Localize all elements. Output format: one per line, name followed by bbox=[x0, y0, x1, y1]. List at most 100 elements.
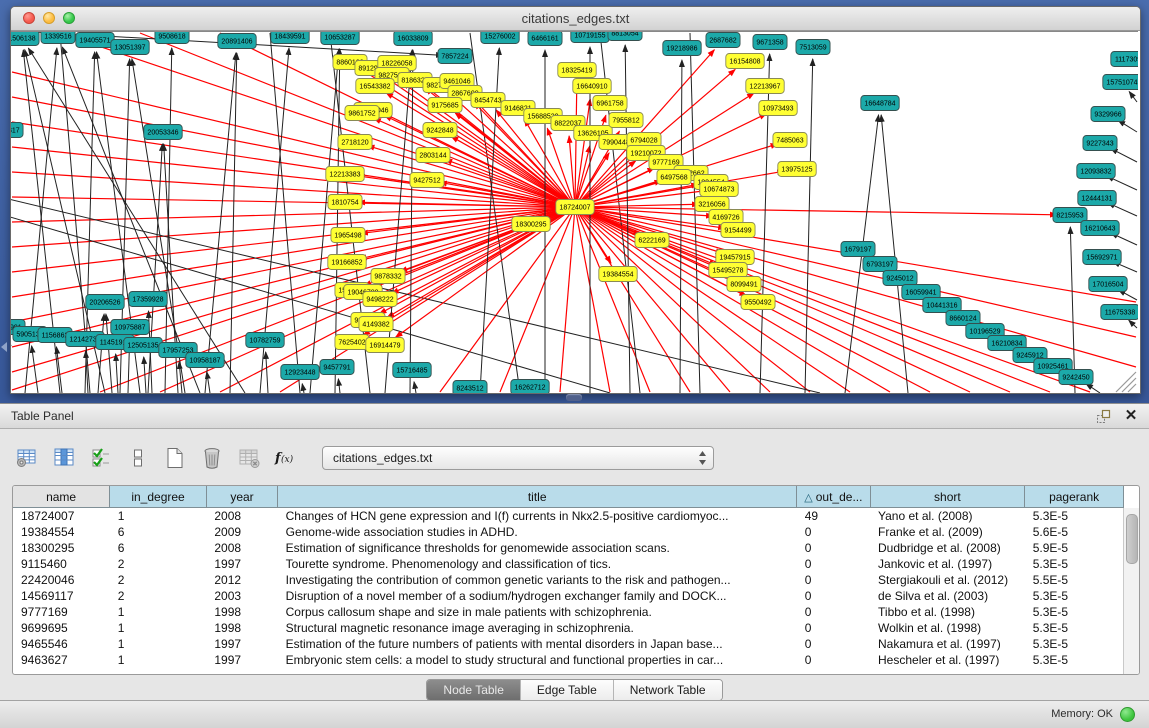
table-cell[interactable]: 2003 bbox=[206, 588, 277, 604]
table-cell[interactable]: 6 bbox=[110, 524, 207, 540]
graph-node[interactable]: 15751074 bbox=[1103, 75, 1138, 90]
graph-node[interactable]: 13975125 bbox=[778, 162, 816, 177]
table-vertical-scrollbar[interactable] bbox=[1123, 508, 1139, 674]
table-cell[interactable]: 0 bbox=[797, 588, 870, 604]
graph-node[interactable]: 9861752 bbox=[345, 106, 379, 121]
graph-node[interactable]: 9427512 bbox=[410, 173, 444, 188]
table-cell[interactable]: Changes of HCN gene expression and I(f) … bbox=[278, 508, 797, 525]
graph-node[interactable]: 1810754 bbox=[328, 195, 362, 210]
table-cell[interactable]: 0 bbox=[797, 540, 870, 556]
column-header-title[interactable]: title bbox=[278, 486, 797, 508]
table-cell[interactable]: Estimation of significance thresholds fo… bbox=[278, 540, 797, 556]
table-cell[interactable]: 9777169 bbox=[13, 604, 110, 620]
graph-node[interactable]: 17016504 bbox=[1089, 277, 1127, 292]
table-cell[interactable]: Investigating the contribution of common… bbox=[278, 572, 797, 588]
graph-node[interactable]: 15276002 bbox=[481, 32, 519, 44]
table-cell[interactable]: Jankovic et al. (1997) bbox=[870, 556, 1025, 572]
graph-node[interactable]: 8813054 bbox=[608, 32, 642, 41]
table-row[interactable]: 977716911998Corpus callosum shape and si… bbox=[13, 604, 1124, 620]
graph-node[interactable]: 4149382 bbox=[359, 317, 393, 332]
table-cell[interactable]: 1 bbox=[110, 508, 207, 525]
graph-node[interactable]: 1506138 bbox=[11, 32, 39, 46]
graph-node[interactable]: 9550492 bbox=[741, 295, 775, 310]
table-cell[interactable]: Embryonic stem cells: a model to study s… bbox=[278, 652, 797, 668]
tab-edge-table[interactable]: Edge Table bbox=[520, 680, 613, 700]
close-panel-icon[interactable]: ✕ bbox=[1123, 408, 1139, 424]
table-row[interactable]: 2242004622012Investigating the contribut… bbox=[13, 572, 1124, 588]
graph-node[interactable]: 10975887 bbox=[111, 320, 149, 335]
table-cell[interactable]: Hescheler et al. (1997) bbox=[870, 652, 1025, 668]
column-visibility-icon[interactable] bbox=[51, 445, 77, 471]
table-cell[interactable]: 5.9E-5 bbox=[1025, 540, 1124, 556]
table-cell[interactable]: 5.3E-5 bbox=[1025, 556, 1124, 572]
table-cell[interactable]: 2009 bbox=[206, 524, 277, 540]
table-mode-icon[interactable] bbox=[14, 445, 40, 471]
graph-node[interactable]: 9245012 bbox=[883, 271, 917, 286]
graph-node[interactable]: 11173094 bbox=[1111, 52, 1138, 67]
tab-node-table[interactable]: Node Table bbox=[427, 680, 520, 700]
table-cell[interactable]: 1997 bbox=[206, 636, 277, 652]
graph-node[interactable]: 20206526 bbox=[86, 295, 124, 310]
table-cell[interactable]: Yano et al. (2008) bbox=[870, 508, 1025, 525]
table-cell[interactable]: Structural magnetic resonance image aver… bbox=[278, 620, 797, 636]
graph-node[interactable]: 6222169 bbox=[635, 233, 669, 248]
row-options-icon[interactable] bbox=[125, 445, 151, 471]
table-cell[interactable]: 0 bbox=[797, 556, 870, 572]
graph-node[interactable]: 1679197 bbox=[841, 242, 875, 257]
graph-node[interactable]: 9175685 bbox=[428, 98, 462, 113]
table-cell[interactable]: 5.5E-5 bbox=[1025, 572, 1124, 588]
column-select-icon[interactable] bbox=[88, 445, 114, 471]
table-cell[interactable]: Nakamura et al. (1997) bbox=[870, 636, 1025, 652]
graph-node[interactable]: 18724007 bbox=[556, 200, 594, 215]
graph-node[interactable]: 10674873 bbox=[700, 182, 738, 197]
table-row[interactable]: 946554611997Estimation of the future num… bbox=[13, 636, 1124, 652]
graph-node[interactable]: 16543382 bbox=[356, 79, 394, 94]
table-cell[interactable]: 5.3E-5 bbox=[1025, 588, 1124, 604]
table-cell[interactable]: 1998 bbox=[206, 604, 277, 620]
graph-node[interactable]: 6466161 bbox=[528, 32, 562, 46]
table-cell[interactable]: 2008 bbox=[206, 508, 277, 525]
table-cell[interactable]: 0 bbox=[797, 620, 870, 636]
graph-node[interactable]: 10653287 bbox=[321, 32, 359, 45]
graph-node[interactable]: 12093832 bbox=[1077, 164, 1115, 179]
column-header-short[interactable]: short bbox=[870, 486, 1025, 508]
table-row[interactable]: 1872400712008Changes of HCN gene express… bbox=[13, 508, 1124, 525]
table-cell[interactable]: Dudbridge et al. (2008) bbox=[870, 540, 1025, 556]
column-header-in_degree[interactable]: in_degree bbox=[110, 486, 207, 508]
table-cell[interactable]: 49 bbox=[797, 508, 870, 525]
graph-node[interactable]: 10958187 bbox=[186, 353, 224, 368]
table-cell[interactable]: 5.3E-5 bbox=[1025, 652, 1124, 668]
graph-node[interactable]: 18439591 bbox=[271, 32, 309, 44]
graph-node[interactable]: 16640910 bbox=[573, 79, 611, 94]
float-panel-icon[interactable] bbox=[1095, 408, 1111, 424]
graph-node[interactable]: 9671358 bbox=[753, 35, 787, 50]
new-column-icon[interactable] bbox=[162, 445, 188, 471]
table-row[interactable]: 911546021997Tourette syndrome. Phenomeno… bbox=[13, 556, 1124, 572]
table-cell[interactable]: Stergiakouli et al. (2012) bbox=[870, 572, 1025, 588]
graph-node[interactable]: 7625402 bbox=[335, 335, 369, 350]
graph-node[interactable]: 19218986 bbox=[663, 41, 701, 56]
graph-node[interactable]: 17359928 bbox=[129, 292, 167, 307]
delete-column-icon[interactable] bbox=[199, 445, 225, 471]
graph-node[interactable]: 9242450 bbox=[1059, 370, 1093, 385]
graph-node[interactable]: 9329966 bbox=[1091, 107, 1125, 122]
graph-node[interactable]: 16262712 bbox=[511, 380, 549, 394]
table-cell[interactable]: 0 bbox=[797, 652, 870, 668]
table-cell[interactable]: 0 bbox=[797, 636, 870, 652]
table-cell[interactable]: Genome-wide association studies in ADHD. bbox=[278, 524, 797, 540]
graph-node[interactable]: 10782759 bbox=[246, 333, 284, 348]
graph-node[interactable]: 6793197 bbox=[863, 257, 897, 272]
graph-node[interactable]: 7513059 bbox=[796, 40, 830, 55]
graph-node[interactable]: 16033809 bbox=[394, 32, 432, 46]
graph-node[interactable]: 8099491 bbox=[727, 277, 761, 292]
table-cell[interactable]: 9463627 bbox=[13, 652, 110, 668]
graph-node[interactable]: 11675338 bbox=[1101, 305, 1138, 320]
table-row[interactable]: 1938455462009Genome-wide association stu… bbox=[13, 524, 1124, 540]
table-cell[interactable]: 5.3E-5 bbox=[1025, 636, 1124, 652]
table-cell[interactable]: 1 bbox=[110, 652, 207, 668]
table-cell[interactable]: 14569117 bbox=[13, 588, 110, 604]
table-cell[interactable]: 1997 bbox=[206, 652, 277, 668]
table-cell[interactable]: 9115460 bbox=[13, 556, 110, 572]
graph-node[interactable]: 8243512 bbox=[453, 381, 487, 394]
graph-node[interactable]: 8215953 bbox=[1053, 208, 1087, 223]
